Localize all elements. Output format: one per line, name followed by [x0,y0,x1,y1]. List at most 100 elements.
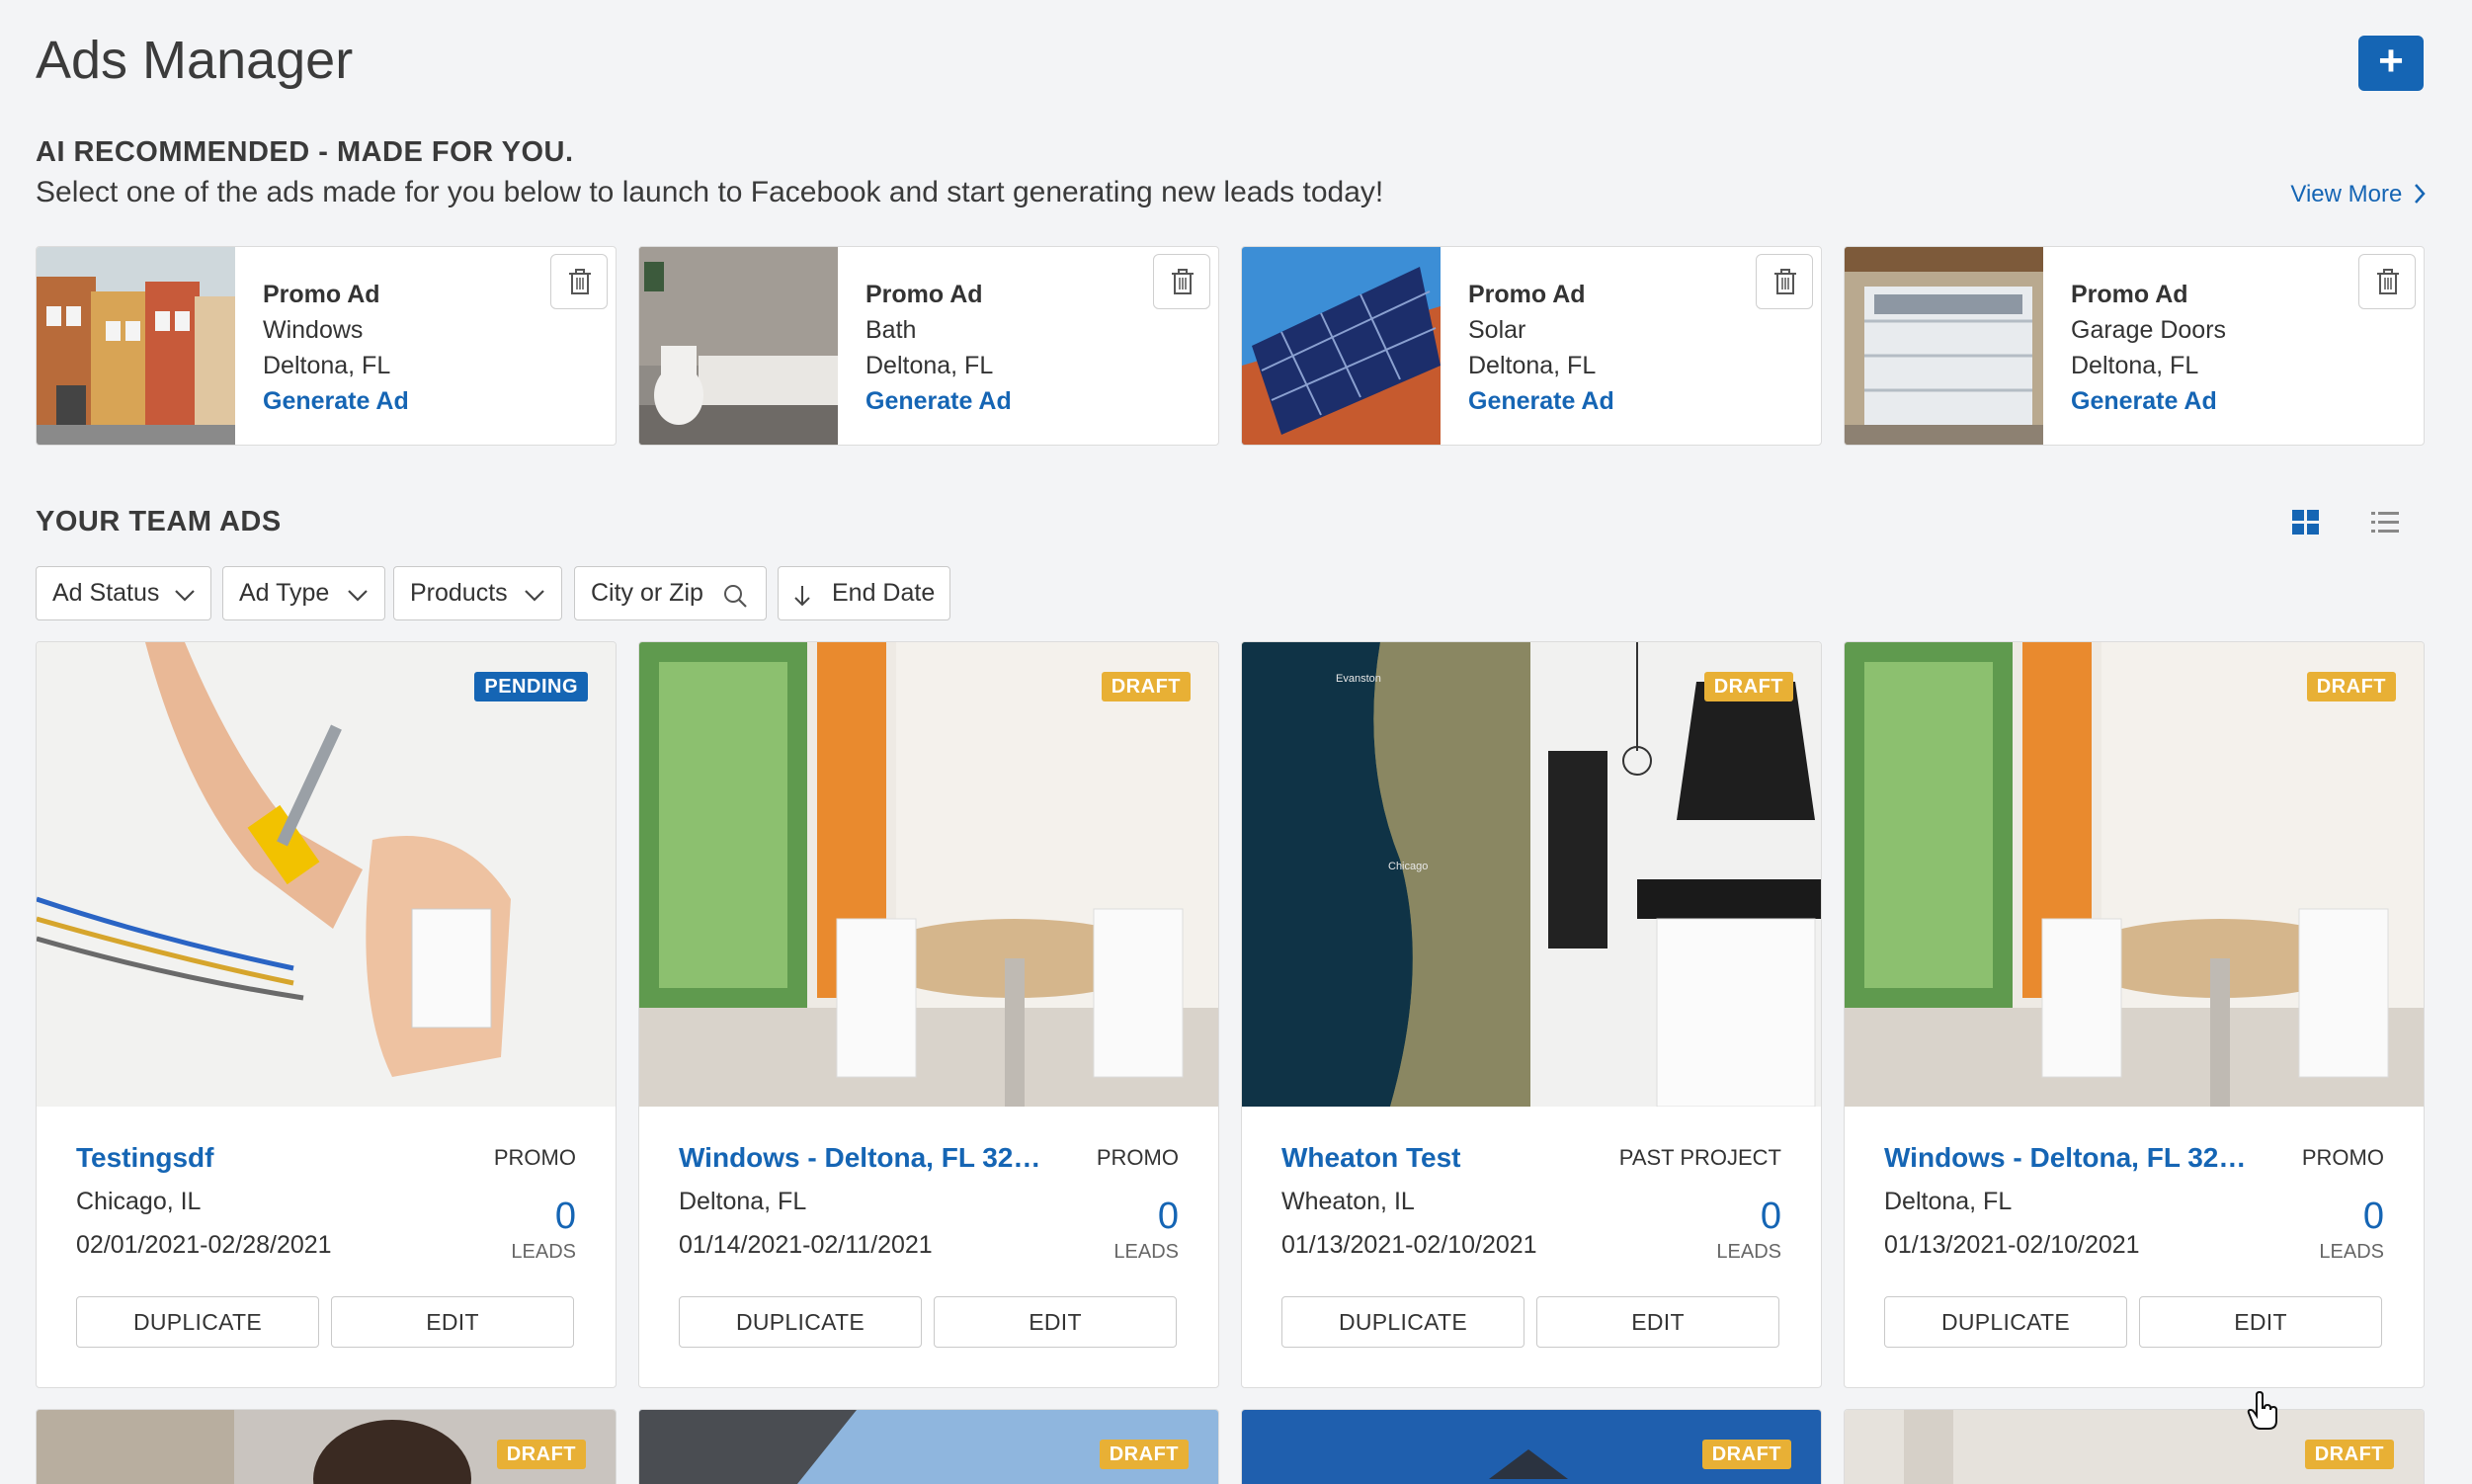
ai-recommended-subtitle: Select one of the ads made for you below… [36,176,1384,208]
ad-location: Chicago, IL [76,1188,202,1215]
promo-location: Deltona, FL [2071,352,2199,379]
ad-dates: 01/14/2021-02/11/2021 [679,1231,933,1259]
promo-image-garage-door [1845,247,2043,445]
duplicate-button[interactable]: DUPLICATE [1884,1296,2127,1348]
promo-text: Promo Ad Bath Deltona, FL Generate Ad [865,277,1012,419]
duplicate-button[interactable]: DUPLICATE [679,1296,922,1348]
ad-type-filter[interactable]: Ad Type [222,566,385,620]
team-ads-heading: YOUR TEAM ADS [36,506,282,537]
delete-promo-button[interactable] [1153,254,1210,309]
view-more-label: View More [2290,181,2403,207]
edit-button[interactable]: EDIT [934,1296,1177,1348]
promo-product: Garage Doors [2071,316,2227,344]
generate-ad-link[interactable]: Generate Ad [865,383,1012,419]
ad-type: PROMO [2301,1145,2384,1170]
ad-title[interactable]: Windows - Deltona, FL 327... [679,1142,1044,1174]
chevron-down-icon [348,590,368,602]
promo-location: Deltona, FL [865,352,994,379]
products-label: Products [410,579,508,607]
map-label-evanston: Evanston [1336,673,1381,685]
leads-label: LEADS [2319,1241,2384,1263]
trash-icon [1172,269,1194,294]
city-zip-placeholder: City or Zip [591,579,703,607]
ad-card: DRAFT [1241,1409,1822,1484]
ad-status-label: Ad Status [52,579,160,607]
duplicate-button[interactable]: DUPLICATE [1281,1296,1524,1348]
arrow-down-icon [794,586,810,607]
ad-dates: 02/01/2021-02/28/2021 [76,1231,332,1259]
grid-view-icon[interactable] [2290,508,2322,537]
generate-ad-link[interactable]: Generate Ad [1468,383,1614,419]
page-title: Ads Manager [36,31,354,90]
end-date-label: End Date [832,579,936,607]
status-badge: DRAFT [1701,1440,1791,1469]
generate-ad-link[interactable]: Generate Ad [2071,383,2226,419]
promo-image-bath [639,247,838,445]
delete-promo-button[interactable] [1756,254,1813,309]
ad-location: Deltona, FL [1884,1188,2013,1215]
ad-card: DRAFT [1844,1409,2425,1484]
leads-count: 0 [2362,1195,2384,1237]
list-view-icon[interactable] [2369,508,2401,537]
ad-dates: 01/13/2021-02/10/2021 [1884,1231,2140,1259]
add-ad-button[interactable]: + [2358,36,2424,91]
promo-product: Bath [865,316,917,344]
chevron-right-icon [2415,184,2426,204]
status-badge: PENDING [474,672,588,701]
leads-label: LEADS [1716,1241,1781,1263]
status-badge: DRAFT [1099,1440,1189,1469]
promo-product: Solar [1468,316,1526,344]
ad-card: DRAFT Windows - Deltona, FL 327... PROMO… [638,641,1219,1388]
ad-title[interactable]: Windows - Deltona, FL 327... [1884,1142,2250,1174]
edit-button[interactable]: EDIT [2139,1296,2382,1348]
generate-ad-link[interactable]: Generate Ad [263,383,409,419]
duplicate-button[interactable]: DUPLICATE [76,1296,319,1348]
status-badge: DRAFT [2306,672,2396,701]
edit-button[interactable]: EDIT [1536,1296,1779,1348]
leads-label: LEADS [511,1241,576,1263]
chevron-down-icon [175,590,195,602]
promo-image-solar [1242,247,1441,445]
promo-location: Deltona, FL [1468,352,1597,379]
map-label-chicago: Chicago [1388,861,1428,872]
hand-cursor-icon [2247,1391,2277,1430]
chevron-down-icon [525,590,544,602]
products-filter[interactable]: Products [393,566,562,620]
end-date-sort[interactable]: End Date [778,566,950,620]
ad-card: DRAFT Windows - Deltona, FL 327... PROMO… [1844,641,2425,1388]
delete-promo-button[interactable] [550,254,608,309]
ad-type: PROMO [1096,1145,1179,1170]
edit-button[interactable]: EDIT [331,1296,574,1348]
promo-card: Promo Ad Solar Deltona, FL Generate Ad [1241,246,1822,446]
view-more-link[interactable]: View More [2290,181,2427,208]
ad-card: DRAFT [638,1409,1219,1484]
delete-promo-button[interactable] [2358,254,2416,309]
ad-card: Evanston Chicago DRAFT Wheaton Test PAST… [1241,641,1822,1388]
trash-icon [1774,269,1796,294]
city-zip-search[interactable]: City or Zip [574,566,767,620]
ad-title[interactable]: Testingsdf [76,1142,442,1174]
ad-card: DRAFT [36,1409,617,1484]
ai-recommended-heading: AI RECOMMENDED - MADE FOR YOU. [36,136,574,168]
ad-location: Wheaton, IL [1281,1188,1415,1215]
ad-type-label: Ad Type [239,579,330,607]
promo-image-townhouses [37,247,235,445]
promo-ads-row: Promo Ad Windows Deltona, FL Generate Ad… [36,246,2425,446]
ad-image-electrician: PENDING [37,642,616,1107]
ad-card: PENDING Testingsdf PROMO Chicago, IL 02/… [36,641,617,1388]
leads-count: 0 [1157,1195,1179,1237]
leads-count: 0 [554,1195,576,1237]
promo-type: Promo Ad [1468,281,1586,308]
leads-count: 0 [1760,1195,1781,1237]
status-badge: DRAFT [1101,672,1191,701]
ad-type: PROMO [493,1145,576,1170]
ad-location: Deltona, FL [679,1188,807,1215]
ad-dates: 01/13/2021-02/10/2021 [1281,1231,1537,1259]
ad-status-filter[interactable]: Ad Status [36,566,211,620]
status-badge: DRAFT [496,1440,586,1469]
trash-icon [2377,269,2399,294]
promo-type: Promo Ad [263,281,380,308]
ad-title[interactable]: Wheaton Test [1281,1142,1647,1174]
trash-icon [569,269,591,294]
promo-text: Promo Ad Windows Deltona, FL Generate Ad [263,277,409,419]
